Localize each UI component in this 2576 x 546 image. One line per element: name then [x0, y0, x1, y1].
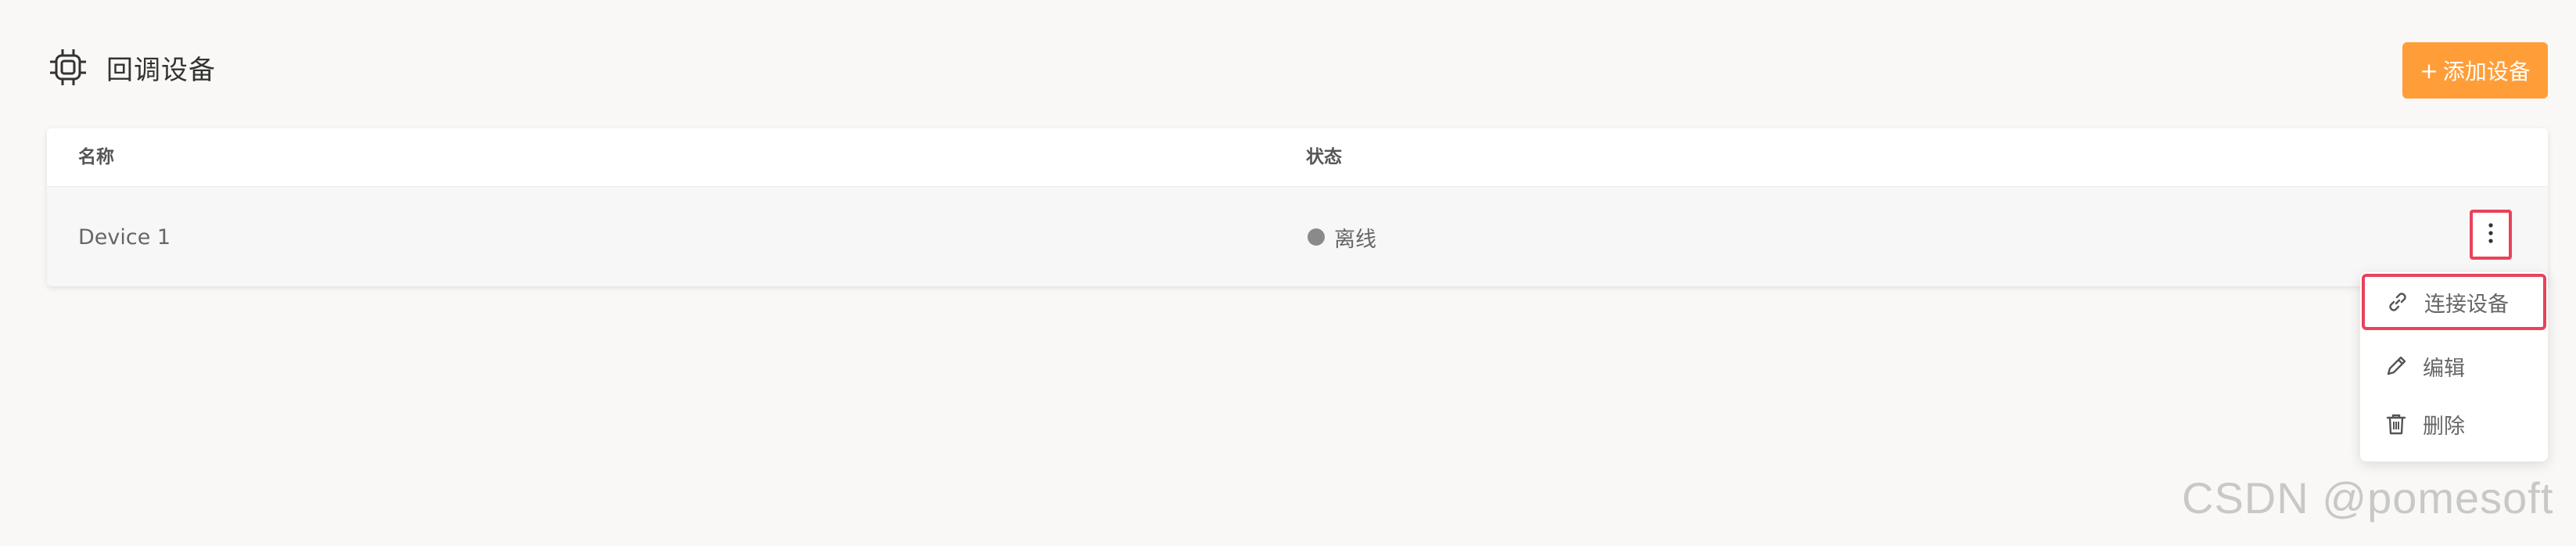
- row-actions-button[interactable]: [2470, 210, 2512, 260]
- pencil-icon: [2384, 354, 2409, 379]
- menu-item-label: 编辑: [2423, 356, 2465, 381]
- trash-icon: [2384, 411, 2409, 436]
- link-icon: [2385, 289, 2410, 314]
- column-header-status: 状态: [1306, 147, 1342, 167]
- device-name: Device 1: [78, 225, 171, 250]
- menu-item-edit[interactable]: 编辑: [2360, 338, 2548, 394]
- status-cell: 离线: [1308, 187, 1376, 286]
- status-dot-icon: [1308, 228, 1325, 246]
- plus-icon: +: [2420, 57, 2438, 84]
- add-device-label: 添加设备: [2442, 59, 2531, 84]
- vertical-ellipsis-icon: [2488, 221, 2494, 248]
- menu-item-delete[interactable]: 删除: [2360, 396, 2548, 452]
- menu-item-label: 删除: [2423, 414, 2465, 439]
- row-actions-menu: 连接设备 编辑 删除: [2360, 272, 2548, 462]
- add-device-button[interactable]: + 添加设备: [2402, 42, 2548, 99]
- status-text: 离线: [1334, 227, 1376, 252]
- device-table: 名称 状态 Device 1 离线: [47, 128, 2548, 286]
- menu-item-label: 连接设备: [2424, 292, 2509, 317]
- menu-item-connect-device[interactable]: 连接设备: [2362, 274, 2546, 330]
- page-title: 回调设备: [106, 54, 216, 86]
- chip-icon: [47, 46, 89, 88]
- table-row[interactable]: Device 1 离线: [47, 187, 2548, 286]
- watermark: CSDN @pomesoft: [2182, 473, 2554, 523]
- page-header: 回调设备: [47, 44, 216, 91]
- column-header-name: 名称: [78, 147, 114, 167]
- table-header: 名称 状态: [47, 128, 2548, 187]
